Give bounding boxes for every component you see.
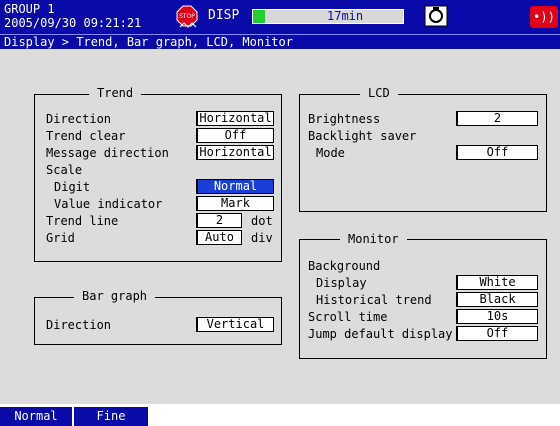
grid-label: Grid (46, 231, 75, 245)
background-label: Background (308, 259, 381, 273)
trend-line-value[interactable]: 2 (196, 213, 242, 228)
trend-direction-value[interactable]: Horizontal (196, 111, 274, 126)
background-display-label: Display (316, 276, 367, 290)
memory-bar-fill (253, 10, 265, 23)
memory-bar: 17min (252, 9, 404, 24)
jump-default-label: Jump default display (308, 327, 453, 341)
bar-graph-group-title: Bar graph (74, 289, 156, 303)
trend-line-label: Trend line (46, 214, 119, 228)
scale-digit-label: Digit (54, 180, 91, 194)
background-display-value[interactable]: White (456, 275, 538, 290)
historical-trend-value[interactable]: Black (456, 292, 538, 307)
softkey-fine[interactable]: Fine (74, 407, 150, 426)
group-info: GROUP 1 2005/09/30 09:21:21 (4, 2, 141, 30)
svg-text:STOP: STOP (179, 13, 195, 20)
grid-unit: div (251, 231, 273, 245)
monitor-group-title: Monitor (340, 232, 407, 246)
soft-key-bar: Normal Fine (0, 404, 560, 426)
brightness-label: Brightness (308, 112, 381, 126)
storage-media-icon (424, 5, 448, 27)
bar-direction-value[interactable]: Vertical (196, 317, 274, 332)
backlight-mode-label: Mode (316, 146, 345, 160)
settings-panel: Trend Direction Horizontal Trend clear O… (0, 49, 560, 404)
status-bar: GROUP 1 2005/09/30 09:21:21 STOP DISP 17… (0, 0, 560, 34)
trend-clear-value[interactable]: Off (196, 128, 274, 143)
backlight-mode-value[interactable]: Off (456, 145, 538, 160)
scale-digit-value[interactable]: Normal (196, 179, 274, 194)
backlight-saver-label: Backlight saver (308, 129, 417, 143)
grid-value[interactable]: Auto (196, 230, 242, 245)
trend-clear-label: Trend clear (46, 129, 126, 143)
trend-line-unit: dot (251, 214, 273, 228)
historical-trend-label: Historical trend (316, 293, 432, 307)
group-name: GROUP 1 (4, 2, 55, 16)
trend-group-title: Trend (89, 86, 142, 100)
stop-icon: STOP (176, 5, 198, 28)
datetime: 2005/09/30 09:21:21 (4, 16, 142, 30)
message-direction-label: Message direction (46, 146, 169, 160)
alarm-icon[interactable]: •)) (530, 6, 558, 28)
value-indicator-label: Value indicator (54, 197, 163, 211)
value-indicator-value[interactable]: Mark (196, 196, 274, 211)
jump-default-value[interactable]: Off (456, 326, 538, 341)
brightness-value[interactable]: 2 (456, 111, 538, 126)
lcd-group-title: LCD (360, 86, 398, 100)
softkey-normal[interactable]: Normal (0, 407, 74, 426)
breadcrumb: Display > Trend, Bar graph, LCD, Monitor (0, 34, 560, 49)
message-direction-value[interactable]: Horizontal (196, 145, 274, 160)
memory-time: 17min (327, 9, 364, 23)
mode-label: DISP (208, 8, 240, 23)
scroll-time-label: Scroll time (308, 310, 388, 324)
scale-label: Scale (46, 163, 83, 177)
bar-direction-label: Direction (46, 318, 112, 332)
scroll-time-value[interactable]: 10s (456, 309, 538, 324)
trend-direction-label: Direction (46, 112, 112, 126)
